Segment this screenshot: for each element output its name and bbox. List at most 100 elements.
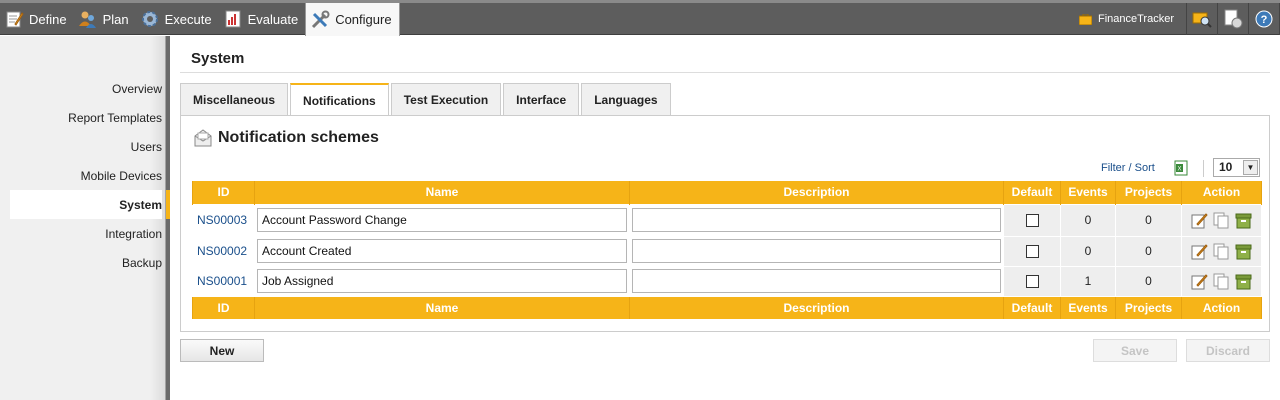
column-footer-description: Description <box>629 296 1004 319</box>
scheme-id-link[interactable]: NS00001 <box>192 265 255 297</box>
chevron-down-icon: ▼ <box>1243 160 1258 175</box>
name-field[interactable]: Job Assigned <box>257 269 627 293</box>
nav-execute[interactable]: Execute <box>136 3 219 35</box>
nav-plan[interactable]: Plan <box>74 3 136 35</box>
tab-miscellaneous[interactable]: Miscellaneous <box>180 83 289 115</box>
evaluate-icon <box>223 9 243 29</box>
table-row: NS00001 Job Assigned 1 0 <box>192 265 1262 297</box>
nav-evaluate[interactable]: Evaluate <box>219 3 306 35</box>
column-header-name[interactable]: Name <box>254 181 630 204</box>
projects-cell: 0 <box>1115 235 1182 267</box>
column-header-default[interactable]: Default <box>1003 181 1061 204</box>
discard-button[interactable]: Discard <box>1186 339 1270 362</box>
tab-test-execution[interactable]: Test Execution <box>390 83 502 115</box>
panel-title: Notification schemes <box>218 129 379 146</box>
nav-define[interactable]: Define <box>0 3 74 35</box>
action-cell <box>1181 203 1262 237</box>
column-footer-name: Name <box>254 296 630 319</box>
description-cell <box>629 265 1004 297</box>
sidebar-item-report-templates[interactable]: Report Templates <box>0 103 162 132</box>
nav-configure[interactable]: Configure <box>305 3 400 36</box>
page-size-value: 10 <box>1219 160 1233 174</box>
separator <box>1203 160 1204 177</box>
default-cell <box>1003 203 1061 237</box>
sidebar-item-label: Users <box>130 139 162 154</box>
column-header-action: Action <box>1181 181 1262 204</box>
tab-interface[interactable]: Interface <box>503 83 580 115</box>
copy-icon[interactable] <box>1213 273 1230 290</box>
project-selector[interactable]: FinanceTracker <box>1071 3 1187 35</box>
column-footer-default: Default <box>1003 296 1061 319</box>
sidebar-item-backup[interactable]: Backup <box>0 248 162 277</box>
divider <box>180 72 1270 73</box>
filter-sort-link[interactable]: Filter / Sort <box>1101 162 1155 174</box>
description-field[interactable] <box>632 239 1001 263</box>
column-footer-id: ID <box>192 296 255 319</box>
table-footer-row: ID Name Description Default Events Proje… <box>192 296 1262 319</box>
column-header-description[interactable]: Description <box>629 181 1004 204</box>
name-field[interactable]: Account Created <box>257 239 627 263</box>
name-cell: Account Password Change <box>254 203 630 237</box>
column-header-projects[interactable]: Projects <box>1115 181 1182 204</box>
events-cell: 0 <box>1060 203 1116 237</box>
main-nav: Define Plan Execute Evaluate Configure <box>0 3 400 36</box>
edit-icon[interactable] <box>1191 212 1208 229</box>
action-cell <box>1181 235 1262 267</box>
projects-cell: 0 <box>1115 265 1182 297</box>
user-settings-button[interactable] <box>1218 3 1249 35</box>
page-size-select[interactable]: 10 ▼ <box>1213 158 1260 177</box>
sidebar-item-label: System <box>119 197 162 212</box>
edit-icon[interactable] <box>1191 273 1208 290</box>
column-header-id[interactable]: ID <box>192 181 255 204</box>
nav-label: Execute <box>164 11 212 27</box>
search-icon <box>1192 12 1212 28</box>
sidebar-item-label: Backup <box>121 255 162 270</box>
document-user-icon <box>1224 9 1243 29</box>
description-field[interactable] <box>632 269 1001 293</box>
tab-notifications[interactable]: Notifications <box>290 83 389 116</box>
archive-icon[interactable] <box>1235 243 1252 260</box>
notifications-panel: Notification schemes Filter / Sort X 10 … <box>180 115 1270 332</box>
help-button[interactable]: ? <box>1249 3 1280 35</box>
name-field[interactable]: Account Password Change <box>257 208 627 232</box>
sidebar-item-overview[interactable]: Overview <box>0 74 162 103</box>
svg-text:?: ? <box>1261 14 1268 26</box>
copy-icon[interactable] <box>1213 243 1230 260</box>
new-button[interactable]: New <box>180 339 264 362</box>
scheme-id-link[interactable]: NS00002 <box>192 235 255 267</box>
edit-icon[interactable] <box>1191 243 1208 260</box>
save-button[interactable]: Save <box>1093 339 1177 362</box>
project-name: FinanceTracker <box>1097 13 1174 25</box>
table-row: NS00003 Account Password Change 0 0 <box>192 203 1262 237</box>
scheme-id-link[interactable]: NS00003 <box>192 203 255 237</box>
tab-languages[interactable]: Languages <box>581 83 671 115</box>
name-cell: Account Created <box>254 235 630 267</box>
name-cell: Job Assigned <box>254 265 630 297</box>
sidebar-item-integration[interactable]: Integration <box>0 219 162 248</box>
sidebar-item-mobile-devices[interactable]: Mobile Devices <box>0 161 162 190</box>
sidebar-item-users[interactable]: Users <box>0 132 162 161</box>
events-cell: 1 <box>1060 265 1116 297</box>
description-field[interactable] <box>632 208 1001 232</box>
column-footer-events: Events <box>1060 296 1116 319</box>
nav-label: Configure <box>335 12 392 27</box>
archive-icon[interactable] <box>1235 273 1252 290</box>
copy-icon[interactable] <box>1213 212 1230 229</box>
default-cell <box>1003 265 1061 297</box>
default-checkbox[interactable] <box>1025 214 1039 228</box>
top-right-tools: FinanceTracker ? <box>1071 3 1280 35</box>
excel-export-icon[interactable]: X <box>1174 160 1188 176</box>
default-checkbox[interactable] <box>1025 275 1039 289</box>
active-marker <box>166 190 170 219</box>
description-cell <box>629 235 1004 267</box>
column-header-events[interactable]: Events <box>1060 181 1116 204</box>
archive-icon[interactable] <box>1235 212 1252 229</box>
define-icon <box>4 9 24 29</box>
envelope-icon <box>193 128 213 148</box>
search-button[interactable] <box>1187 3 1218 35</box>
briefcase-icon <box>1078 13 1093 25</box>
svg-text:X: X <box>1177 167 1181 173</box>
nav-label: Evaluate <box>247 11 299 27</box>
default-checkbox[interactable] <box>1025 245 1039 259</box>
sidebar-item-system[interactable]: System <box>10 190 170 219</box>
